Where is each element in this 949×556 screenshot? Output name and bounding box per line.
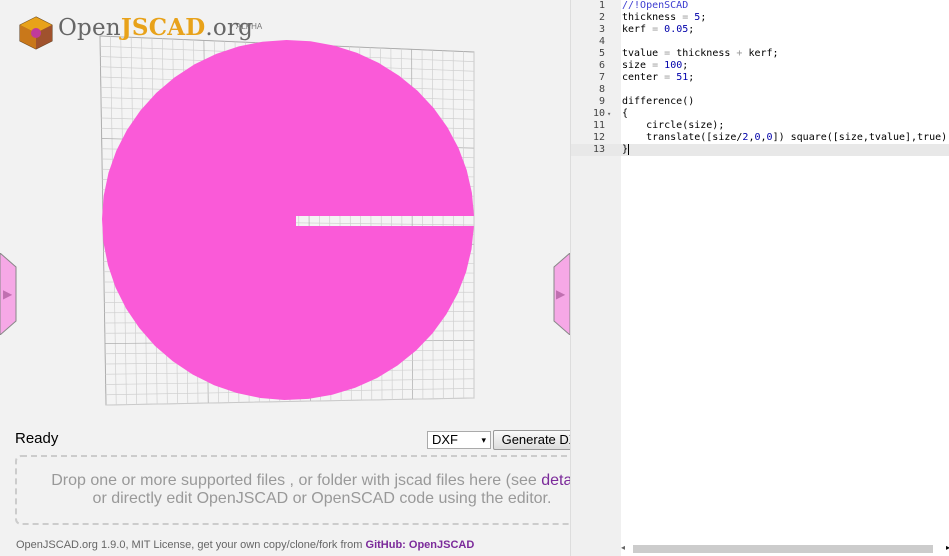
code-line[interactable]: 1 //!OpenSCAD [571,0,949,12]
dropzone-text-1: Drop one or more supported files , or fo… [51,472,542,489]
export-format-value: DXF [432,432,458,447]
code-token: center [622,72,665,83]
code-text[interactable]: thickness = 5; [622,12,706,24]
code-token: kerf; [742,48,779,59]
github-link[interactable]: GitHub: OpenJSCAD [366,539,475,551]
file-dropzone[interactable]: Drop one or more supported files , or fo… [15,455,570,525]
code-text[interactable]: { [622,108,628,120]
code-line[interactable]: 4 [571,36,949,48]
fold-toggle-icon[interactable]: ▾ [607,108,611,120]
grid-line [442,50,444,399]
right-panel-toggle[interactable]: ▶ [552,253,570,335]
expand-arrow-icon: ▶ [3,287,13,301]
code-token: thickness [670,48,737,59]
code-token: circle(size); [622,120,725,131]
line-number: 8 [598,84,605,95]
chevron-down-icon: ▾ [481,435,486,445]
code-token: translate([size/ [622,132,743,143]
code-line[interactable]: 10 ▾ { [571,108,949,120]
code-text[interactable]: difference() [622,96,694,108]
text-cursor [628,144,630,155]
logo-jscad: JSCAD [120,14,206,41]
code-token: ; [688,24,695,35]
line-number: 6 [598,60,605,71]
openjscad-logo-icon[interactable] [18,16,54,50]
line-number: 7 [598,72,605,83]
line-number: 2 [598,12,605,23]
code-line[interactable]: 7 center = 51; [571,72,949,84]
code-token: ; [688,72,695,83]
line-number: 9 [598,96,605,107]
generate-dxf-button[interactable]: Generate DXF [493,430,570,450]
code-line[interactable]: 6 size = 100; [571,60,949,72]
code-token: //!OpenSCAD [622,0,689,11]
code-text[interactable]: //!OpenSCAD [622,0,688,12]
code-line[interactable]: 13} [571,144,949,156]
code-line[interactable]: 9 difference() [571,96,949,108]
code-text[interactable]: translate([size/2,0,0]) square([size,tva… [622,132,949,144]
code-token: 0.05 [664,24,689,35]
line-number: 12 [592,132,605,143]
scroll-left-icon[interactable]: ◂ [621,543,625,552]
code-text[interactable]: center = 51; [622,72,694,84]
line-number: 5 [598,48,605,59]
code-line[interactable]: 5 tvalue = thickness + kerf; [571,48,949,60]
code-line[interactable]: 8 [571,84,949,96]
details-link[interactable]: details [541,472,570,489]
code-token: difference() [622,96,695,107]
logo-prefix: Open [58,15,121,41]
code-token: ; [700,12,707,23]
code-token: ]) square([size,tvalue],true); [772,132,949,143]
line-number: 10 [592,108,605,119]
code-text[interactable]: circle(size); [622,120,724,132]
code-text[interactable]: tvalue = thickness + kerf; [622,48,779,60]
code-token: kerf [622,24,653,35]
code-text[interactable]: } [622,144,630,156]
dropzone-text-2: or directly edit OpenJSCAD or OpenSCAD c… [92,490,552,507]
code-token: { [622,108,629,119]
line-number: 4 [598,36,605,47]
code-editor[interactable]: 1 //!OpenSCAD 2 thickness = 5; 3 kerf = 0.05;… [570,0,949,556]
logo-wordmark[interactable]: OpenJSCAD.org [58,14,253,41]
code-token: 100 [664,60,683,71]
code-token: thickness [622,12,683,23]
code-line[interactable]: 3 kerf = 0.05; [571,24,949,36]
code-text[interactable]: kerf = 0.05; [622,24,694,36]
horizontal-scrollbar[interactable]: ◂ ▸ [621,543,949,556]
code-token: size [622,60,653,71]
code-line[interactable]: 12 translate([size/2,0,0]) square([size,… [571,132,949,144]
code-line[interactable]: 2 thickness = 5; [571,12,949,24]
code-text[interactable]: size = 100; [622,60,688,72]
status-text: Ready [15,430,59,447]
code-token: ; [682,60,689,71]
code-token: tvalue [622,48,665,59]
viewer-panel[interactable]: OpenJSCAD.org ALPHA ▶ ▶ Ready DXF ▾ Gene… [0,0,570,556]
line-number: 11 [592,120,605,131]
collapse-arrow-icon: ▶ [556,287,566,301]
footer: OpenJSCAD.org 1.9.0, MIT License, get yo… [16,539,474,551]
footer-text: OpenJSCAD.org 1.9.0, MIT License, get yo… [16,539,366,551]
alpha-badge: ALPHA [236,22,263,31]
line-number: 3 [598,24,605,35]
code-token: 51 [676,72,689,83]
code-line[interactable]: 11 circle(size); [571,120,949,132]
line-number: 1 [598,0,605,11]
left-panel-toggle[interactable]: ▶ [0,253,18,335]
scrollbar-thumb[interactable] [633,545,933,553]
line-number: 13 [592,144,605,155]
export-format-select[interactable]: DXF ▾ [427,431,491,449]
